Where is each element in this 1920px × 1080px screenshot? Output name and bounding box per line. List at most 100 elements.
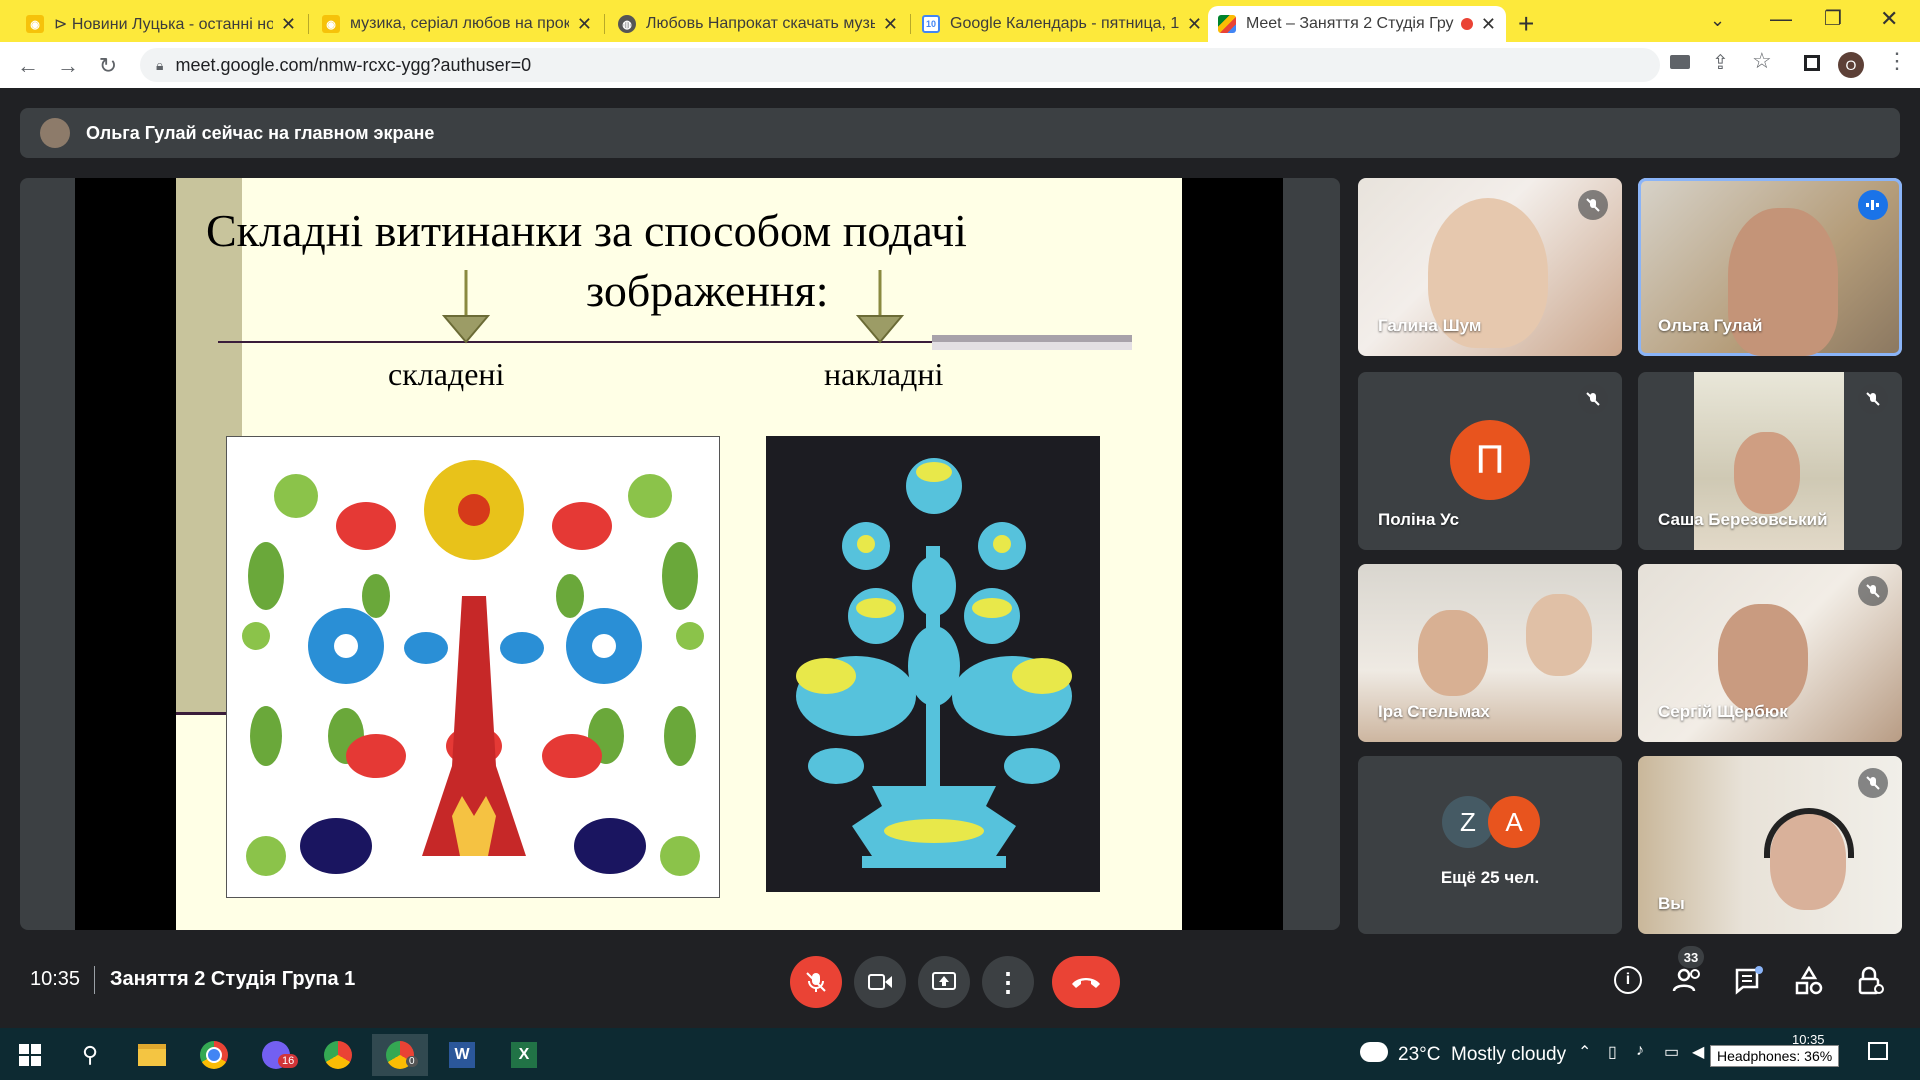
self-tile[interactable]: Вы [1638,756,1902,934]
people-icon [1672,968,1700,992]
tray-chevron-icon[interactable]: ⌃ [1578,1042,1591,1062]
camera-in-use-icon[interactable] [1670,55,1690,69]
weather-text[interactable]: 23°C Mostly cloudy [1398,1044,1566,1066]
minimize-icon[interactable]: — [1770,6,1792,32]
more-participants-tile[interactable]: Z A Ещё 25 чел. [1358,756,1622,934]
recording-dot-icon [1460,18,1473,30]
host-controls-button[interactable] [1856,966,1886,996]
chrome-badge: 0 [406,1056,418,1067]
tab-download[interactable]: ◍ Любовь Напрокат скачать музы ✕ [608,6,908,42]
bottom-divider [94,966,95,994]
down-arrow-left-icon [442,270,490,344]
close-tab-icon[interactable]: ✕ [883,14,898,35]
tray-device-icon[interactable]: ▯ [1608,1042,1617,1062]
present-screen-button[interactable] [918,956,970,1008]
chrome-active-icon[interactable]: 0 [372,1034,428,1076]
chrome-profile-icon[interactable] [310,1034,366,1076]
slide-left-label: складені [388,356,505,392]
side-panel-icon[interactable] [1804,55,1820,71]
viber-icon[interactable]: 16 [248,1034,304,1076]
close-window-icon[interactable]: ✕ [1880,6,1898,32]
people-button[interactable] [1672,966,1704,996]
presenter-avatar [40,118,70,148]
close-tab-icon[interactable]: ✕ [1187,14,1202,35]
search-icon[interactable]: ⚲ [62,1034,118,1076]
tray-volume-icon[interactable]: ◀ [1692,1042,1704,1062]
globe-icon: ◍ [618,15,636,33]
chrome-icon[interactable] [186,1034,242,1076]
participant-tile[interactable]: Саша Березовський [1638,372,1902,550]
address-bar[interactable]: 🔒︎ meet.google.com/nmw-rcxc-ygg?authuser… [140,48,1660,82]
more-vert-icon: ⋮ [995,966,1021,997]
tab-news[interactable]: ◉ ⊳ Новини Луцька - останні нов ✕ [16,6,306,42]
tray-camera-icon[interactable]: ▭ [1664,1042,1679,1062]
back-icon[interactable]: ← [14,52,42,80]
notifications-icon[interactable] [1868,1042,1888,1060]
share-icon[interactable]: ⇪ [1712,50,1729,75]
headphones-tooltip: Headphones: 36% [1710,1045,1840,1067]
tab-music[interactable]: ◉ музика, серіал любов на прока ✕ [312,6,602,42]
chat-icon [1735,966,1763,995]
folk-tree-cutout-image [226,436,720,898]
more-participants-label: Ещё 25 чел. [1440,868,1540,887]
down-arrow-right-icon [856,270,904,344]
profile-avatar[interactable]: О [1838,52,1864,78]
restore-icon[interactable]: ❐ [1824,6,1842,31]
mic-off-icon [1858,768,1888,798]
mic-off-icon [806,972,826,992]
start-button[interactable] [2,1034,58,1076]
meeting-clock: 10:35 [30,968,81,990]
slide-title-line2: зображення: [586,265,829,316]
reload-icon[interactable]: ↻ [94,52,122,80]
mic-off-icon [1858,576,1888,606]
new-tab-icon[interactable]: + [1518,8,1534,40]
close-tab-icon[interactable]: ✕ [577,14,592,35]
close-tab-icon[interactable]: ✕ [1481,14,1496,35]
bookmark-star-icon[interactable]: ☆ [1752,48,1772,74]
activities-button[interactable] [1794,965,1824,996]
weather-cloud-icon [1360,1042,1388,1062]
music-favicon-icon: ◉ [322,15,340,33]
participant-tile[interactable]: П Поліна Ус [1358,372,1622,550]
camera-toggle-button[interactable] [854,956,906,1008]
participant-tile[interactable]: Іра Стельмах [1358,564,1622,742]
participant-tile[interactable]: Сергій Щербюк [1638,564,1902,742]
close-tab-icon[interactable]: ✕ [281,14,296,35]
hang-up-icon [1072,978,1100,988]
speaking-indicator-icon [1858,190,1888,220]
leave-call-button[interactable] [1052,956,1120,1008]
tab-search-chevron-icon[interactable]: ⌄ [1710,10,1725,31]
more-options-button[interactable]: ⋮ [982,956,1034,1008]
meeting-details-icon[interactable]: i [1614,966,1642,994]
participant-face [1734,432,1800,514]
slide-rule-accent [932,335,1132,342]
avatar: П [1450,420,1530,500]
slide-right-label: накладні [824,356,944,392]
pinned-banner: Ольга Гулай сейчас на главном экране [20,108,1900,158]
browser-menu-icon[interactable]: ⋮ [1886,48,1908,74]
microphone-toggle-button[interactable] [790,956,842,1008]
activities-shapes-icon [1795,965,1823,995]
presentation-slide: Складні витинанки за способом подачі зоб… [176,178,1182,930]
tab-calendar[interactable]: 10 Google Календарь - пятница, 10 ✕ [912,6,1212,42]
headphones-icon [1764,808,1854,858]
calendar-icon: 10 [922,15,940,33]
tray-mic-icon[interactable]: ♪ [1636,1042,1644,1060]
tab-meet[interactable]: Meet – Заняття 2 Студія Гру ✕ [1208,6,1506,42]
tab-divider [910,14,911,34]
camera-icon [868,974,892,990]
flower-vase-cutout-image [766,436,1100,892]
chat-button[interactable] [1734,966,1764,996]
participant-face [1718,604,1808,714]
word-icon[interactable]: W [434,1034,490,1076]
people-count-badge: 33 [1678,946,1704,968]
participant-tile[interactable]: Галина Шум [1358,178,1622,356]
viber-badge: 16 [278,1054,299,1068]
host-controls-lock-icon [1858,966,1884,995]
slide-title-line1: Складні витинанки за способом подачі [206,205,967,256]
participant-tile[interactable]: Ольга Гулай [1638,178,1902,356]
file-explorer-icon[interactable] [124,1034,180,1076]
forward-icon[interactable]: → [54,52,82,80]
excel-icon[interactable]: X [496,1034,552,1076]
participant-face [1418,610,1488,696]
